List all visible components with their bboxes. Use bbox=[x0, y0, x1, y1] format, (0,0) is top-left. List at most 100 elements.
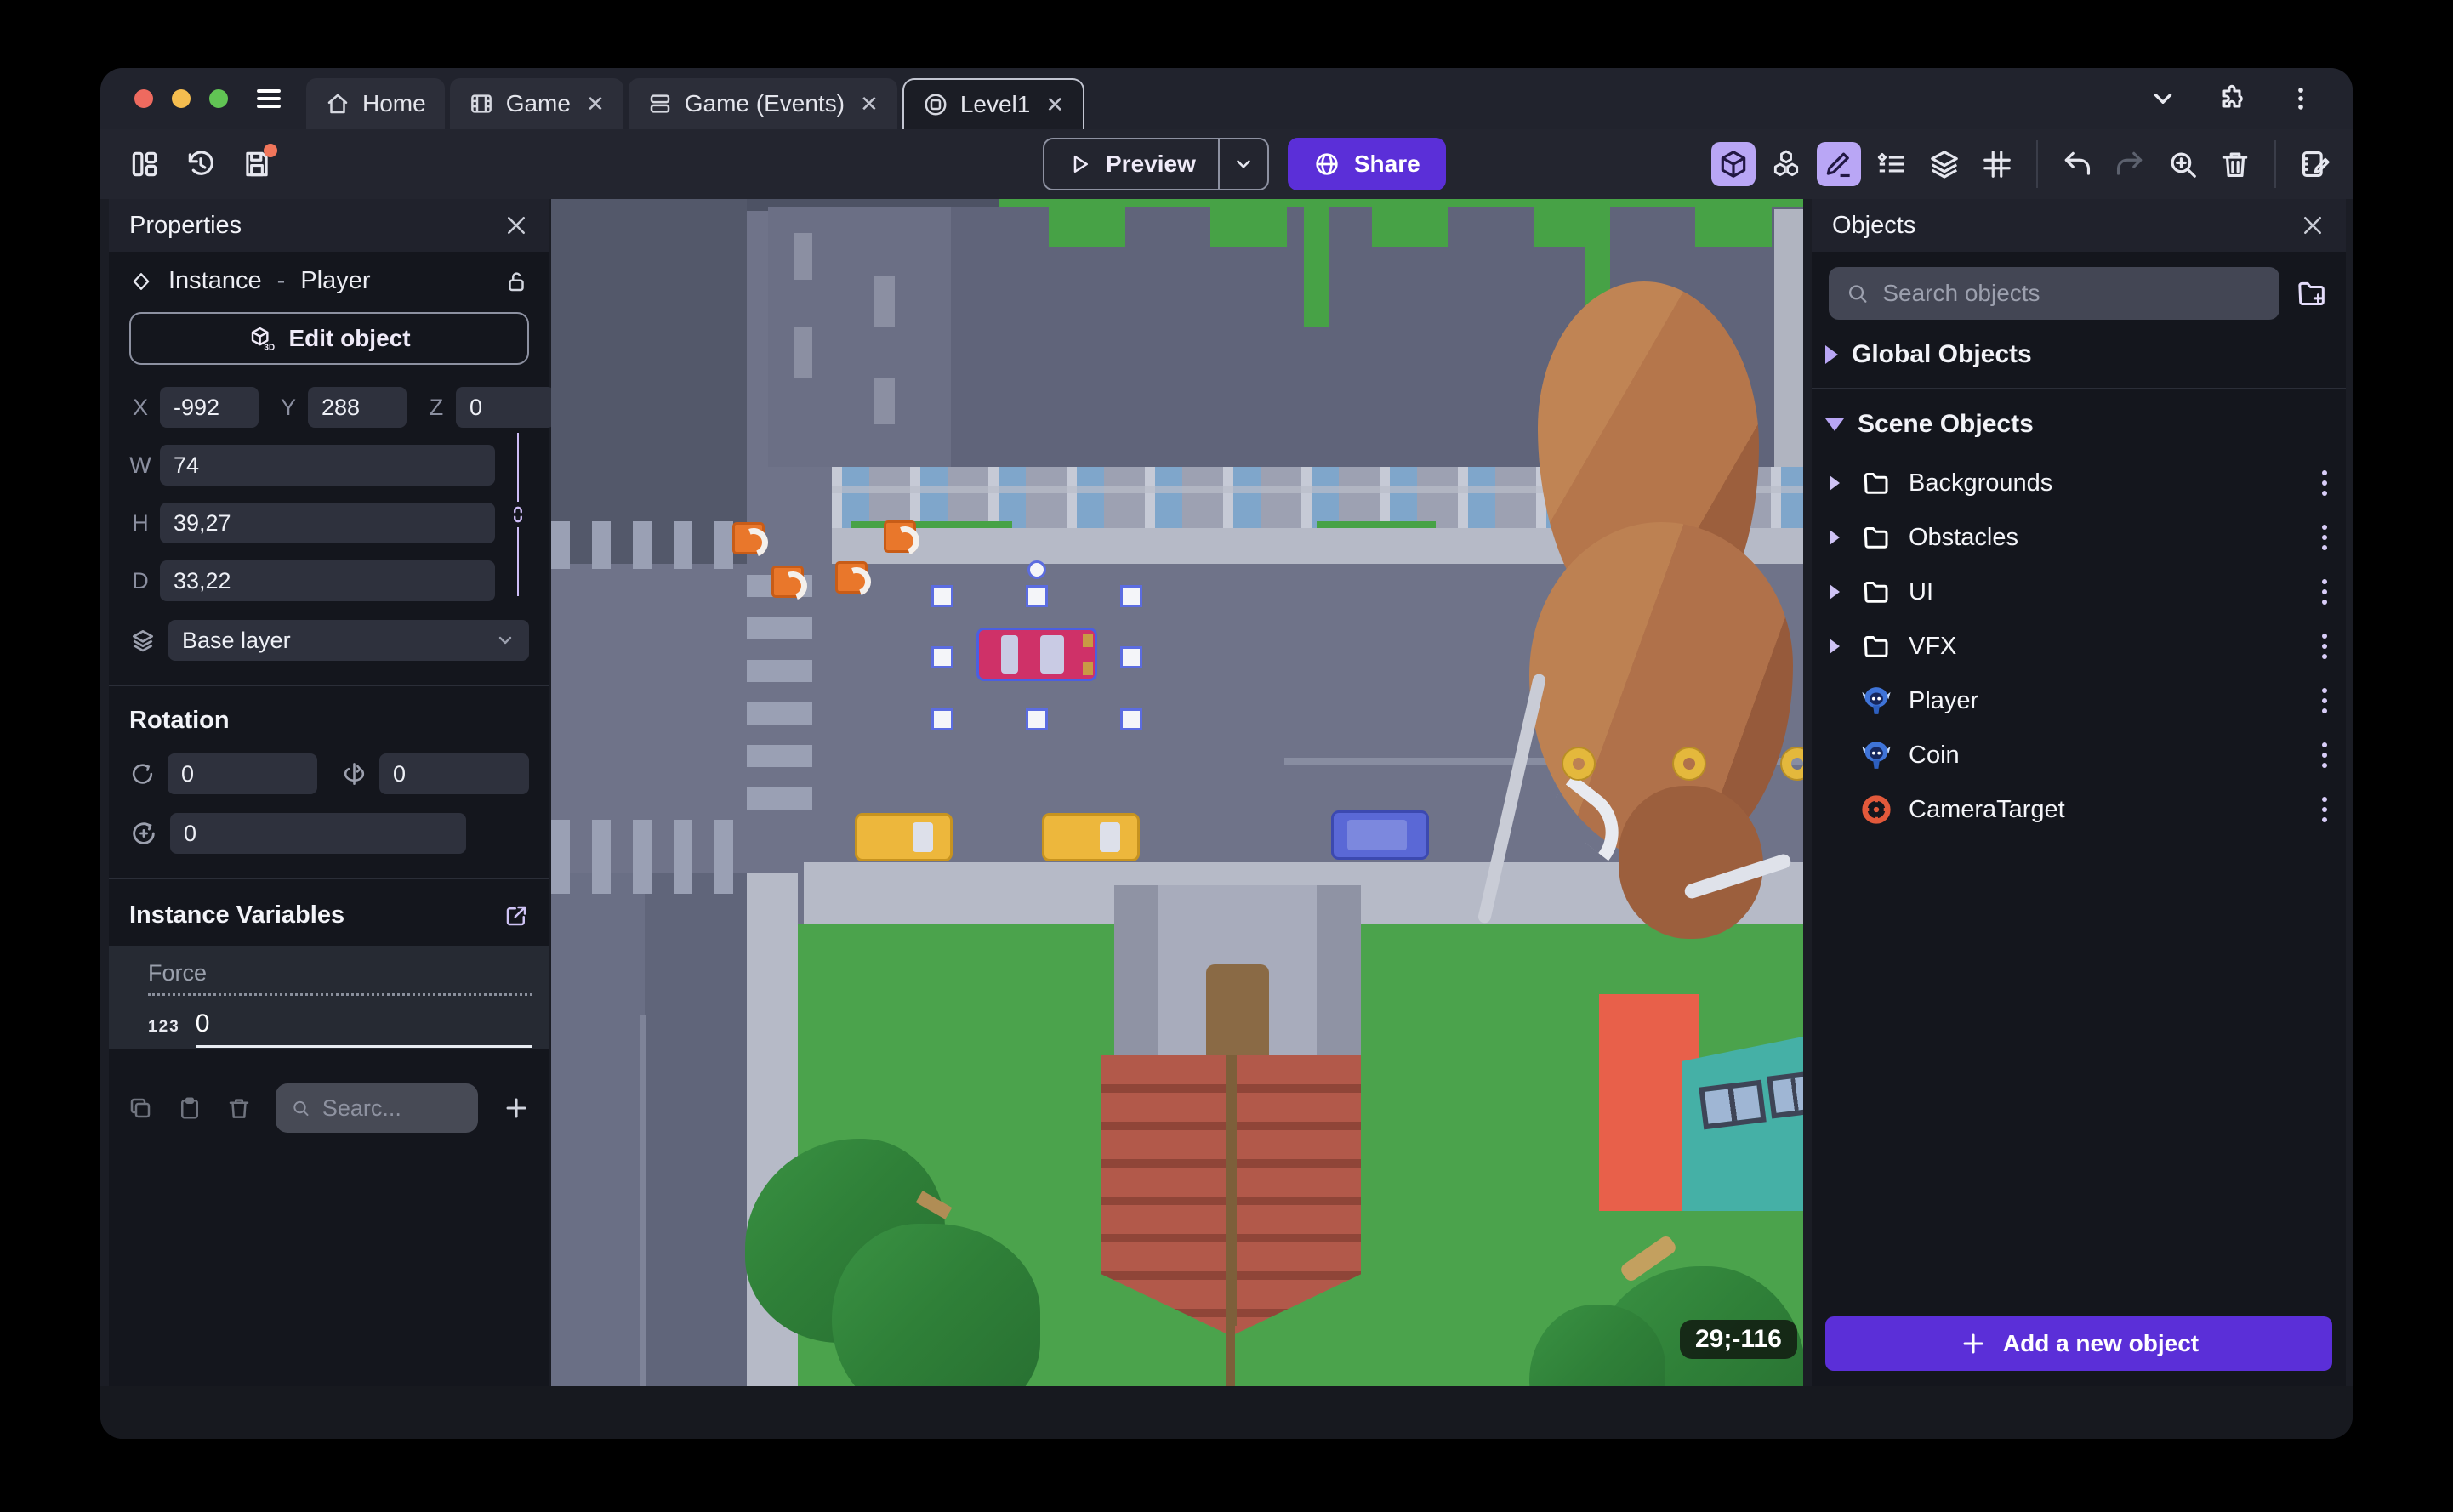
save-button[interactable] bbox=[235, 142, 279, 186]
instances-list-button[interactable] bbox=[1870, 142, 1914, 186]
kebab-menu-icon[interactable] bbox=[2317, 465, 2332, 501]
tree-item-vfx[interactable]: VFX bbox=[1812, 619, 2346, 674]
kebab-menu-icon[interactable] bbox=[2317, 520, 2332, 555]
scene-canvas[interactable]: 29;-116 bbox=[551, 199, 1803, 1386]
kebab-menu-icon[interactable] bbox=[2317, 574, 2332, 610]
coin[interactable] bbox=[1782, 748, 1803, 779]
yellow-car[interactable] bbox=[1042, 813, 1140, 861]
x-input[interactable] bbox=[160, 387, 259, 428]
layers-button[interactable] bbox=[1922, 142, 1966, 186]
resize-handle-n[interactable] bbox=[1026, 585, 1048, 607]
crate-obstacle[interactable] bbox=[884, 520, 916, 553]
tree-item-backgrounds[interactable]: Backgrounds bbox=[1812, 456, 2346, 510]
rotation-y-input[interactable] bbox=[379, 753, 529, 794]
variable-row[interactable]: Force 123 0 bbox=[109, 946, 549, 1049]
kebab-menu-icon[interactable] bbox=[2286, 84, 2315, 113]
coin[interactable] bbox=[1674, 748, 1705, 779]
redo-button[interactable] bbox=[2108, 142, 2152, 186]
player-car-selected[interactable] bbox=[976, 628, 1097, 681]
undo-button[interactable] bbox=[2055, 142, 2099, 186]
tree-item-ui[interactable]: UI bbox=[1812, 565, 2346, 619]
edit-mode-toggle[interactable] bbox=[1817, 142, 1861, 186]
y-input[interactable] bbox=[308, 387, 407, 428]
trash-icon[interactable] bbox=[226, 1095, 252, 1121]
close-window-button[interactable] bbox=[134, 89, 153, 108]
objects-view-button[interactable] bbox=[1764, 142, 1808, 186]
crate-obstacle[interactable] bbox=[835, 561, 868, 594]
toolbar-divider bbox=[2274, 140, 2276, 188]
coin[interactable] bbox=[1563, 748, 1594, 779]
rotation-x-input[interactable] bbox=[168, 753, 317, 794]
global-objects-group[interactable]: Global Objects bbox=[1812, 328, 2346, 381]
resize-handle-nw[interactable] bbox=[931, 585, 953, 607]
history-button[interactable] bbox=[179, 142, 223, 186]
copy-icon[interactable] bbox=[128, 1095, 153, 1121]
resize-handle-e[interactable] bbox=[1120, 646, 1142, 668]
rotation-handle[interactable] bbox=[1027, 560, 1046, 579]
panels-layout-button[interactable] bbox=[122, 142, 167, 186]
tree-item-cameratarget[interactable]: CameraTarget bbox=[1812, 782, 2346, 837]
width-input[interactable] bbox=[160, 445, 495, 486]
resize-handle-w[interactable] bbox=[931, 646, 953, 668]
layer-select[interactable]: Base layer bbox=[168, 620, 529, 661]
tab-game[interactable]: Game ✕ bbox=[449, 78, 623, 129]
edit-object-button[interactable]: 3D Edit object bbox=[129, 312, 529, 365]
tab-game-events[interactable]: Game (Events) ✕ bbox=[628, 78, 897, 129]
edit-scene-properties-button[interactable] bbox=[2293, 142, 2337, 186]
objects-search[interactable] bbox=[1829, 267, 2279, 320]
resize-handle-ne[interactable] bbox=[1120, 585, 1142, 607]
minimize-window-button[interactable] bbox=[172, 89, 191, 108]
paste-icon[interactable] bbox=[177, 1095, 202, 1121]
crate-obstacle[interactable] bbox=[771, 566, 804, 598]
open-variables-external-icon[interactable] bbox=[504, 903, 529, 929]
preview-options-button[interactable] bbox=[1217, 139, 1267, 189]
tree-item-player[interactable]: Player bbox=[1812, 674, 2346, 728]
variables-search[interactable] bbox=[276, 1083, 478, 1133]
depth-input[interactable] bbox=[160, 560, 495, 601]
resize-handle-s[interactable] bbox=[1026, 708, 1048, 730]
crate-obstacle[interactable] bbox=[732, 522, 765, 554]
resize-handle-se[interactable] bbox=[1120, 708, 1142, 730]
close-icon[interactable] bbox=[504, 213, 529, 238]
unlock-icon[interactable] bbox=[504, 269, 529, 294]
extensions-icon[interactable] bbox=[2217, 83, 2247, 114]
kebab-menu-icon[interactable] bbox=[2317, 792, 2332, 827]
blue-car[interactable] bbox=[1331, 810, 1429, 860]
variables-search-input[interactable] bbox=[322, 1094, 463, 1122]
proportional-link-control[interactable] bbox=[507, 433, 529, 596]
rotation-z-input[interactable] bbox=[170, 813, 466, 854]
tab-level1[interactable]: Level1 ✕ bbox=[902, 78, 1085, 129]
chevron-down-icon[interactable] bbox=[2149, 84, 2177, 113]
scene-objects-group[interactable]: Scene Objects bbox=[1812, 398, 2346, 451]
zoom-in-button[interactable] bbox=[2160, 142, 2205, 186]
tree-item-obstacles[interactable]: Obstacles bbox=[1812, 510, 2346, 565]
height-input[interactable] bbox=[160, 503, 495, 543]
view-3d-toggle[interactable] bbox=[1711, 142, 1756, 186]
maximize-window-button[interactable] bbox=[209, 89, 228, 108]
roof-notch bbox=[1372, 207, 1448, 247]
yellow-car[interactable] bbox=[855, 813, 953, 861]
tree-item-label: CameraTarget bbox=[1909, 795, 2065, 823]
resize-handle-sw[interactable] bbox=[931, 708, 953, 730]
add-new-object-button[interactable]: Add a new object bbox=[1825, 1316, 2332, 1371]
main-menu-button[interactable] bbox=[250, 68, 306, 129]
objects-search-input[interactable] bbox=[1882, 280, 2262, 307]
add-folder-icon[interactable] bbox=[2295, 276, 2329, 310]
rotation-title: Rotation bbox=[129, 707, 230, 734]
tree-item-coin[interactable]: Coin bbox=[1812, 728, 2346, 782]
tab-home[interactable]: Home bbox=[306, 78, 445, 129]
preview-button[interactable]: Preview bbox=[1044, 151, 1218, 178]
kebab-menu-icon[interactable] bbox=[2317, 683, 2332, 719]
z-input[interactable] bbox=[456, 387, 555, 428]
close-icon[interactable]: ✕ bbox=[1045, 92, 1064, 118]
delete-button[interactable] bbox=[2213, 142, 2257, 186]
kebab-menu-icon[interactable] bbox=[2317, 628, 2332, 664]
kebab-menu-icon[interactable] bbox=[2317, 737, 2332, 773]
share-button[interactable]: Share bbox=[1287, 138, 1446, 190]
variable-value[interactable]: 0 bbox=[195, 1009, 532, 1048]
add-variable-icon[interactable] bbox=[502, 1094, 531, 1123]
close-icon[interactable]: ✕ bbox=[586, 91, 605, 117]
close-icon[interactable]: ✕ bbox=[860, 91, 879, 117]
close-icon[interactable] bbox=[2300, 213, 2325, 238]
grid-button[interactable] bbox=[1975, 142, 2019, 186]
